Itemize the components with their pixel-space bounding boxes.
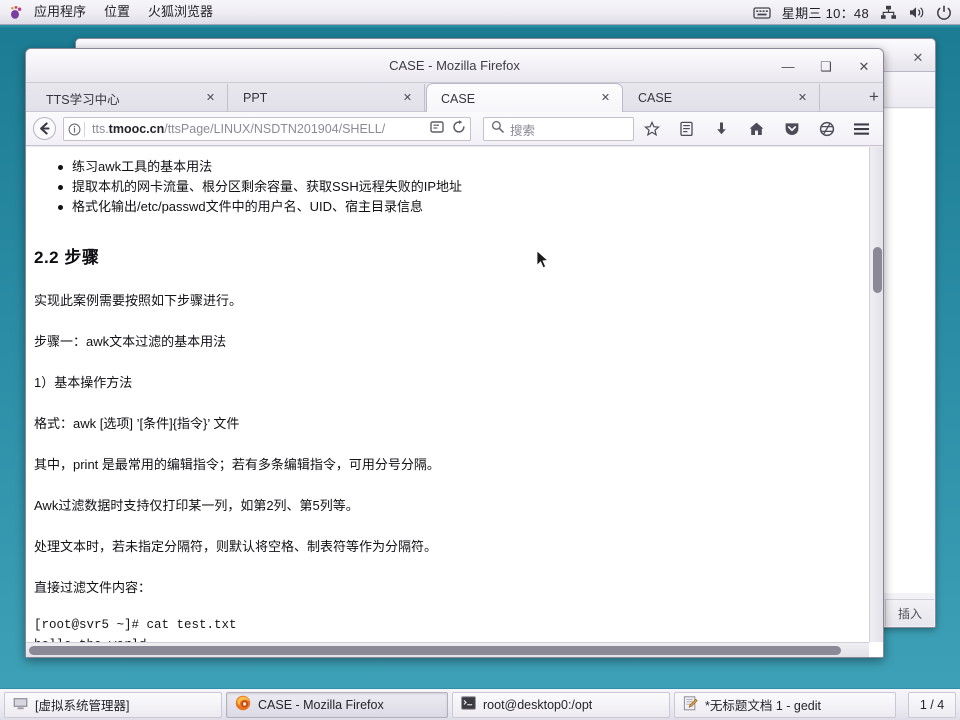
power-icon[interactable] (936, 5, 952, 21)
url-domain: tmooc.cn (108, 122, 165, 136)
search-icon (491, 120, 504, 138)
gnome-foot-icon[interactable] (0, 3, 25, 22)
paragraph: 格式：awk [选项] ’[条件]{指令}’ 文件 (34, 416, 240, 431)
taskbar-item-label: [虚拟系统管理器] (35, 699, 130, 713)
pocket-icon[interactable] (783, 121, 800, 138)
reload-icon[interactable] (452, 119, 466, 139)
tab-label: PPT (243, 91, 268, 105)
taskbar-item-label: CASE - Mozilla Firefox (258, 697, 384, 712)
tab-tts[interactable]: TTS学习中心 ✕ (32, 84, 228, 112)
home-icon[interactable] (748, 121, 765, 138)
navigation-toolbar[interactable]: tts.tmooc.cn/ttsPage/LINUX/NSDTN201904/S… (26, 112, 883, 146)
vertical-scroll-thumb[interactable] (873, 247, 882, 293)
document-body: 练习awk工具的基本用法 提取本机的网卡流量、根分区剩余容量、获取SSH远程失败… (34, 149, 861, 657)
horizontal-scrollbar[interactable] (26, 642, 869, 657)
workspace-switcher[interactable]: 1 / 4 (908, 691, 956, 718)
url-actions (430, 119, 470, 139)
tab-label: CASE (638, 91, 673, 105)
panel-separator (0, 25, 960, 28)
maximize-button[interactable]: ❑ (817, 57, 835, 75)
back-arrow-icon[interactable] (33, 117, 56, 140)
vertical-scrollbar[interactable] (869, 147, 883, 642)
window-list-taskbar[interactable]: [虚拟系统管理器] CASE - Mozilla Firefox root@de… (0, 688, 960, 720)
firefox-icon (235, 695, 251, 714)
downloads-icon[interactable] (713, 121, 730, 138)
tab-case-2[interactable]: CASE ✕ (624, 84, 820, 112)
section-heading: 2.2 步骤 (34, 248, 100, 267)
url-separator (84, 121, 85, 137)
mouse-cursor (536, 249, 549, 274)
reader-view-icon[interactable] (430, 120, 445, 139)
library-icon[interactable] (678, 121, 695, 138)
toolbar-icons (643, 117, 870, 141)
code-text: [root@svr5 ~]# cat test.txt (34, 618, 237, 632)
taskbar-item-virt-manager[interactable]: [虚拟系统管理器] (4, 691, 222, 718)
url-path: /ttsPage/LINUX/NSDTN201904/SHELL/ (164, 122, 386, 136)
horizontal-scroll-thumb[interactable] (29, 646, 841, 655)
terminal-icon (461, 696, 476, 713)
list-item: 练习awk工具的基本用法 (58, 157, 861, 177)
url-prefix: tts. (92, 122, 109, 136)
panel-menu-firefox[interactable]: 火狐浏览器 (139, 2, 222, 22)
close-button[interactable]: ✕ (855, 57, 873, 75)
paragraph: 其中，print 是最常用的编辑指令；若有多条编辑指令，可用分号分隔。 (34, 457, 440, 472)
page-content[interactable]: 练习awk工具的基本用法 提取本机的网卡流量、根分区剩余容量、获取SSH远程失败… (26, 147, 883, 657)
tab-case-active[interactable]: CASE ✕ (426, 83, 623, 113)
volume-icon[interactable] (908, 5, 925, 20)
search-bar[interactable]: 搜索 (483, 117, 634, 141)
gedit-icon (683, 695, 698, 714)
window-controls: — ❑ ✕ (779, 57, 873, 75)
sync-account-icon[interactable] (818, 121, 835, 138)
gedit-close-button[interactable]: ✕ (909, 48, 927, 66)
taskbar-item-gedit[interactable]: *无标题文档 1 - gedit (674, 691, 896, 718)
panel-menu-places[interactable]: 位置 (95, 2, 139, 22)
paragraph: 步骤一：awk文本过滤的基本用法 (34, 334, 227, 349)
minimize-button[interactable]: — (779, 57, 797, 75)
keyboard-icon[interactable] (753, 6, 771, 20)
paragraph: 直接过滤文件内容： (34, 580, 152, 595)
taskbar-item-terminal[interactable]: root@desktop0:/opt (452, 691, 670, 718)
paragraph: 1）基本操作方法 (34, 375, 133, 390)
tab-close-icon[interactable]: ✕ (796, 91, 809, 104)
firefox-titlebar[interactable]: CASE - Mozilla Firefox — ❑ ✕ (26, 49, 883, 83)
list-item: 提取本机的网卡流量、根分区剩余容量、获取SSH远程失败的IP地址 (58, 177, 861, 197)
virt-manager-icon (13, 697, 28, 713)
url-text: tts.tmooc.cn/ttsPage/LINUX/NSDTN201904/S… (92, 122, 385, 136)
tab-close-icon[interactable]: ✕ (204, 91, 217, 104)
taskbar-item-label: root@desktop0:/opt (483, 697, 593, 712)
paragraph: 实现此案例需要按照如下步骤进行。 (34, 293, 243, 308)
url-bar[interactable]: tts.tmooc.cn/ttsPage/LINUX/NSDTN201904/S… (63, 117, 471, 141)
tab-ppt[interactable]: PPT ✕ (229, 84, 425, 112)
page-info-icon[interactable] (64, 123, 84, 136)
tab-strip[interactable]: TTS学习中心 ✕ PPT ✕ CASE ✕ CASE ✕ + (26, 83, 883, 113)
objective-list: 练习awk工具的基本用法 提取本机的网卡流量、根分区剩余容量、获取SSH远程失败… (58, 157, 861, 217)
taskbar-item-label: *无标题文档 1 - gedit (705, 699, 822, 713)
paragraph: 处理文本时，若未指定分隔符，则默认将空格、制表符等作为分隔符。 (34, 539, 438, 554)
window-title: CASE - Mozilla Firefox (389, 58, 520, 73)
panel-menus: 应用程序 位置 火狐浏览器 (0, 2, 222, 22)
taskbar-item-firefox[interactable]: CASE - Mozilla Firefox (226, 691, 448, 718)
tab-close-icon[interactable]: ✕ (599, 91, 612, 104)
panel-menu-applications[interactable]: 应用程序 (25, 2, 95, 22)
network-icon[interactable] (880, 5, 897, 20)
code-line: [root@svr5 ~]# cat test.txt (34, 616, 861, 636)
paragraph: Awk过滤数据时支持仅打印某一列，如第2列、第5列等。 (34, 498, 359, 513)
list-item: 格式化输出/etc/passwd文件中的用户名、UID、宿主目录信息 (58, 197, 861, 217)
tab-close-icon[interactable]: ✕ (401, 91, 414, 104)
gnome-top-panel[interactable]: 应用程序 位置 火狐浏览器 星期三 10：48 (0, 0, 960, 25)
tab-label: CASE (441, 91, 476, 106)
search-input[interactable]: 搜索 (510, 120, 535, 139)
firefox-window[interactable]: CASE - Mozilla Firefox — ❑ ✕ TTS学习中心 ✕ P… (25, 48, 884, 658)
tab-label: TTS学习中心 (46, 92, 120, 107)
bookmark-star-icon[interactable] (643, 121, 660, 138)
menu-hamburger-icon[interactable] (853, 121, 870, 138)
panel-tray: 星期三 10：48 (753, 0, 952, 25)
new-tab-button[interactable]: + (864, 87, 883, 107)
gedit-status-insert: 插入 (885, 599, 934, 626)
clock[interactable]: 星期三 10：48 (782, 3, 869, 22)
